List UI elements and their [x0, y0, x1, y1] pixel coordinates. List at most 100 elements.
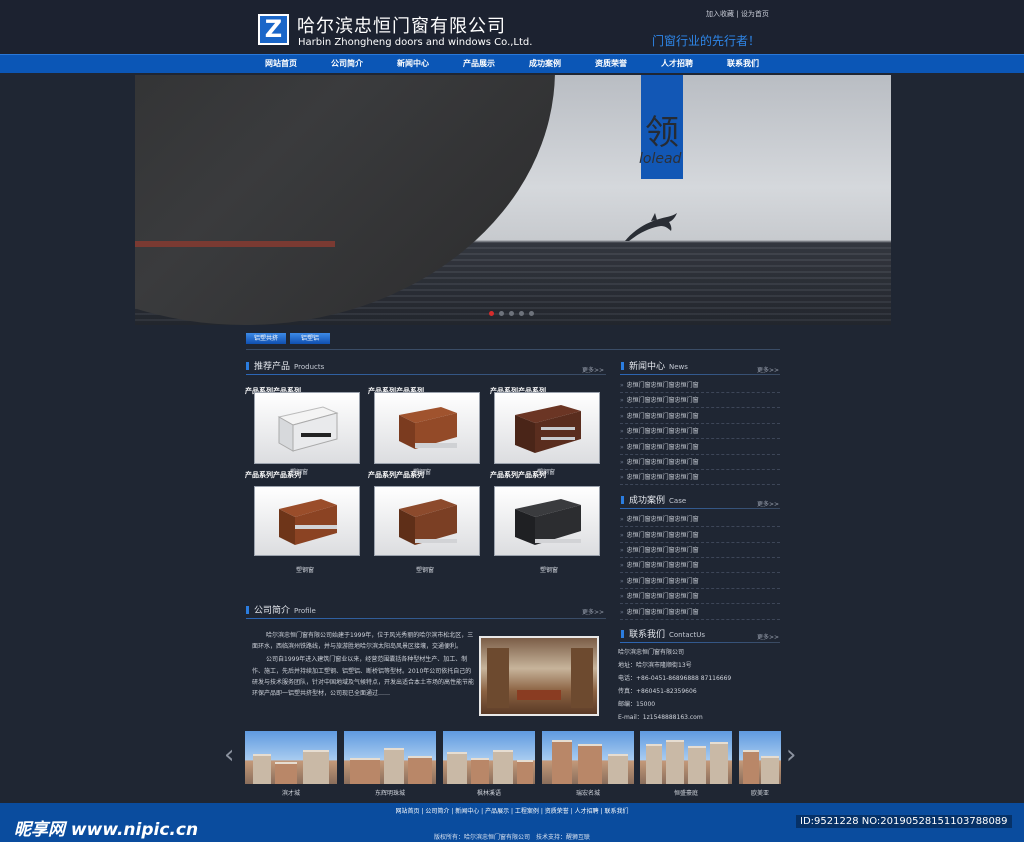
lead-text: lolead [639, 151, 682, 167]
contact-more-link[interactable]: 更多>> [757, 632, 779, 641]
lead-glyph: 领 [645, 113, 679, 153]
footer-link-profile[interactable]: 公司简介 [425, 808, 449, 815]
logo-letter: Z [264, 15, 283, 43]
prev-arrow-icon[interactable]: ‹ [224, 742, 234, 768]
case-item[interactable]: » 忠恒门窗忠恒门窗忠恒门窗 [620, 528, 780, 543]
news-item[interactable]: » 忠恒门窗忠恒门窗忠恒门窗 [620, 378, 780, 393]
footer-link-news[interactable]: 新闻中心 [455, 808, 479, 815]
case-thumb[interactable] [542, 731, 634, 784]
case-caption: 瑞宏名城 [575, 790, 600, 797]
profile-paragraph: 哈尔滨忠恒门窗有限公司始建于1999年，位于风光秀丽的哈尔滨市松北区，三面环水，… [252, 632, 474, 651]
section-marker [621, 630, 624, 638]
product-card[interactable] [494, 486, 600, 556]
table [517, 690, 561, 700]
contact-address: 地址：哈尔滨市隆顺街13号 [618, 662, 692, 669]
product-label: 产品系列产品系列 [245, 471, 301, 479]
case-item[interactable]: » 忠恒门窗忠恒门窗忠恒门窗 [620, 512, 780, 527]
case-item[interactable]: » 忠恒门窗忠恒门窗忠恒门窗 [620, 589, 780, 604]
product-profile-image [515, 405, 581, 453]
footer-link-cases[interactable]: 工程案例 [515, 808, 539, 815]
set-homepage-link[interactable]: 设为首页 [741, 10, 769, 18]
shelf [487, 648, 509, 708]
nav-item-news[interactable]: 新闻中心 [380, 55, 446, 74]
watermark-logo: 昵享网 www.nipic.cn [14, 820, 199, 840]
section-line [620, 642, 780, 643]
news-item[interactable]: » 忠恒门窗忠恒门窗忠恒门窗 [620, 455, 780, 470]
banner-slider[interactable]: 领 lolead [135, 75, 891, 325]
section-marker [246, 606, 249, 614]
nav-item-products[interactable]: 产品展示 [446, 55, 512, 74]
top-link-separator: | [736, 10, 739, 18]
nav-item-profile[interactable]: 公司简介 [314, 55, 380, 74]
footer-link-contact[interactable]: 联系我们 [605, 808, 629, 815]
tab-aluminum-plastic-coextrusion[interactable]: 铝塑共挤 [246, 333, 286, 344]
product-label: 产品系列产品系列 [490, 471, 546, 479]
section-line [246, 618, 606, 619]
products-header: 推荐产品 Products [246, 359, 606, 373]
products-more-link[interactable]: 更多>> [582, 365, 604, 374]
nav-item-jobs[interactable]: 人才招聘 [644, 55, 710, 74]
contact-title: 联系我们 ContactUs [629, 630, 706, 640]
nav-item-honors[interactable]: 资质荣誉 [578, 55, 644, 74]
slider-dot[interactable] [499, 311, 504, 316]
slider-dot[interactable] [519, 311, 524, 316]
case-thumb[interactable] [245, 731, 337, 784]
case-item[interactable]: » 忠恒门窗忠恒门窗忠恒门窗 [620, 543, 780, 558]
news-more-link[interactable]: 更多>> [757, 365, 779, 374]
case-caption: 枫林溪语 [476, 790, 501, 797]
product-caption: 塑钢窗 [416, 567, 435, 574]
news-item[interactable]: » 忠恒门窗忠恒门窗忠恒门窗 [620, 409, 780, 424]
slider-dot[interactable] [489, 311, 494, 316]
section-line [620, 374, 780, 375]
nav-item-home[interactable]: 网站首页 [248, 55, 314, 74]
contact-phone: 电话：+86-0451-86896888 87116669 [618, 675, 732, 682]
nav-item-contact[interactable]: 联系我们 [710, 55, 776, 74]
showroom-photo [479, 636, 599, 716]
slider-dot[interactable] [509, 311, 514, 316]
footer-nav: 网站首页 | 公司简介 | 新闻中心 | 产品展示 | 工程案例 | 资质荣誉 … [395, 808, 629, 815]
news-item[interactable]: » 忠恒门窗忠恒门窗忠恒门窗 [620, 424, 780, 439]
nav-item-cases[interactable]: 成功案例 [512, 55, 578, 74]
case-thumb[interactable] [344, 731, 436, 784]
contact-email: E-mail：1z1548888163.com [618, 714, 703, 721]
add-favorite-link[interactable]: 加入收藏 [706, 10, 734, 18]
news-item[interactable]: » 忠恒门窗忠恒门窗忠恒门窗 [620, 470, 780, 485]
case-item[interactable]: » 忠恒门窗忠恒门窗忠恒门窗 [620, 574, 780, 589]
slider-dot[interactable] [529, 311, 534, 316]
profile-header: 公司简介 Profile [246, 603, 606, 617]
case-thumb[interactable] [443, 731, 535, 784]
case-thumb[interactable] [640, 731, 732, 784]
footer-link-products[interactable]: 产品展示 [485, 808, 509, 815]
case-caption: 欧美亚 [750, 790, 769, 797]
section-marker [621, 362, 624, 370]
case-caption: 滨才城 [281, 790, 300, 797]
product-card[interactable] [374, 392, 480, 464]
profile-more-link[interactable]: 更多>> [582, 607, 604, 616]
tab-aluminum-plastic-aluminum[interactable]: 铝塑铝 [290, 333, 330, 344]
product-card[interactable] [254, 486, 360, 556]
product-profile-image [515, 499, 581, 545]
section-line [620, 508, 780, 509]
product-card[interactable] [374, 486, 480, 556]
product-caption: 塑钢窗 [540, 567, 559, 574]
logo[interactable]: Z [258, 14, 289, 45]
product-profile-image [279, 499, 337, 545]
contact-company: 哈尔滨忠恒门窗有限公司 [618, 649, 685, 656]
footer-link-jobs[interactable]: 人才招聘 [575, 808, 599, 815]
top-links: 加入收藏 | 设为首页 [706, 9, 769, 19]
products-title: 推荐产品 Products [254, 362, 325, 372]
product-card[interactable] [494, 392, 600, 464]
product-card[interactable] [254, 392, 360, 464]
footer-link-home[interactable]: 网站首页 [395, 808, 419, 815]
slogan: 门窗行业的先行者！ [652, 34, 761, 48]
next-arrow-icon[interactable]: › [786, 742, 796, 768]
case-item[interactable]: » 忠恒门窗忠恒门窗忠恒门窗 [620, 558, 780, 573]
case-item[interactable]: » 忠恒门窗忠恒门窗忠恒门窗 [620, 605, 780, 620]
case-thumb[interactable] [739, 731, 781, 784]
news-item[interactable]: » 忠恒门窗忠恒门窗忠恒门窗 [620, 440, 780, 455]
footer-link-honors[interactable]: 资质荣誉 [545, 808, 569, 815]
cases-more-link[interactable]: 更多>> [757, 499, 779, 508]
case-caption: 东辉明珠城 [374, 790, 405, 797]
company-name-cn: 哈尔滨忠恒门窗有限公司 [297, 16, 506, 37]
news-item[interactable]: » 忠恒门窗忠恒门窗忠恒门窗 [620, 393, 780, 408]
